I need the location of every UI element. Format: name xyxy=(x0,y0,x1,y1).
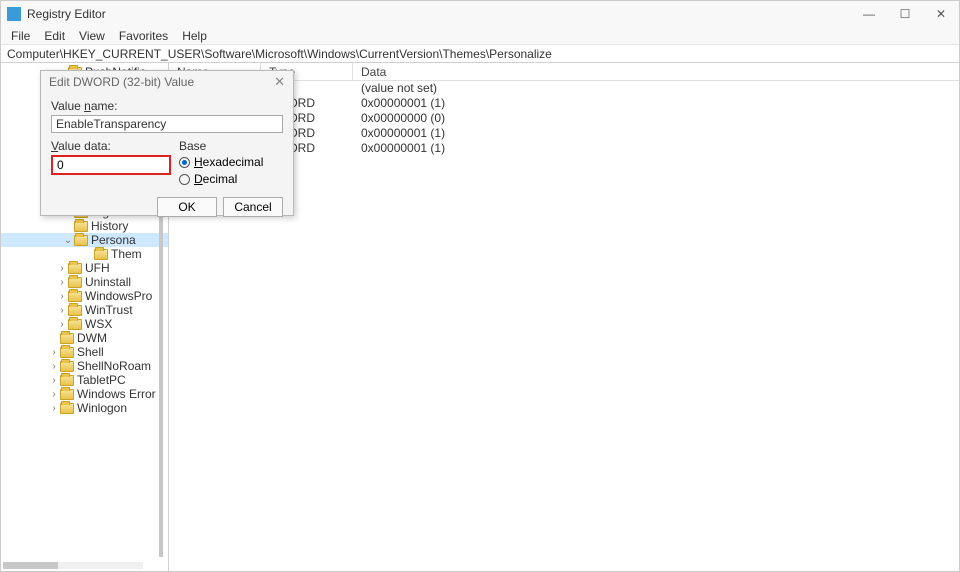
value-name-label: Value name: xyxy=(51,99,283,113)
dialog-title: Edit DWORD (32-bit) Value xyxy=(49,75,274,89)
value-name-input[interactable] xyxy=(51,115,283,133)
expand-icon[interactable]: › xyxy=(49,347,59,358)
menu-favorites[interactable]: Favorites xyxy=(113,29,174,43)
folder-icon xyxy=(94,249,108,260)
tree-label: Shell xyxy=(77,345,104,359)
expand-icon[interactable]: › xyxy=(57,291,67,302)
tree-label: Them xyxy=(111,247,142,261)
cell-data: (value not set) xyxy=(353,81,959,96)
folder-icon xyxy=(68,305,82,316)
horizontal-scrollbar[interactable] xyxy=(3,562,143,569)
expand-icon[interactable]: ⌄ xyxy=(63,235,73,246)
tree-node[interactable]: .History xyxy=(1,219,168,233)
value-data-input[interactable]: 0 xyxy=(51,155,171,175)
folder-icon xyxy=(60,389,74,400)
tree-node[interactable]: › Windows Error xyxy=(1,387,168,401)
expand-icon[interactable]: › xyxy=(49,403,59,414)
tree-label: History xyxy=(91,219,128,233)
tree-label: DWM xyxy=(77,331,107,345)
radio-decimal[interactable]: Decimal xyxy=(179,172,283,186)
radio-hexadecimal[interactable]: Hexadecimal xyxy=(179,155,283,169)
dialog-titlebar[interactable]: Edit DWORD (32-bit) Value ✕ xyxy=(41,71,293,93)
tree-label: Winlogon xyxy=(77,401,127,415)
folder-icon xyxy=(60,333,74,344)
tree-node[interactable]: › ShellNoRoam xyxy=(1,359,168,373)
window-title: Registry Editor xyxy=(27,7,851,21)
folder-icon xyxy=(60,375,74,386)
radio-icon xyxy=(179,174,190,185)
expand-icon[interactable]: › xyxy=(49,389,59,400)
expand-icon[interactable]: › xyxy=(57,305,67,316)
tree-node[interactable]: › UFH xyxy=(1,261,168,275)
tree-label: WSX xyxy=(85,317,112,331)
tree-node[interactable]: .DWM xyxy=(1,331,168,345)
expand-icon[interactable]: › xyxy=(49,361,59,372)
titlebar[interactable]: Registry Editor — ☐ ✕ xyxy=(1,1,959,27)
cell-data: 0x00000001 (1) xyxy=(353,141,959,156)
cell-data: 0x00000001 (1) xyxy=(353,126,959,141)
folder-icon xyxy=(60,347,74,358)
folder-icon xyxy=(68,263,82,274)
folder-icon xyxy=(68,277,82,288)
base-group-label: Base xyxy=(179,139,283,153)
tree-node[interactable]: ⌄ Persona xyxy=(1,233,168,247)
folder-icon xyxy=(74,221,88,232)
folder-icon xyxy=(68,319,82,330)
tree-label: WinTrust xyxy=(85,303,133,317)
folder-icon xyxy=(74,235,88,246)
tree-node[interactable]: › WindowsPro xyxy=(1,289,168,303)
menu-view[interactable]: View xyxy=(73,29,111,43)
cell-data: 0x00000000 (0) xyxy=(353,111,959,126)
address-text: Computer\HKEY_CURRENT_USER\Software\Micr… xyxy=(7,47,552,61)
tree-node[interactable]: › WinTrust xyxy=(1,303,168,317)
tree-label: TabletPC xyxy=(77,373,126,387)
tree-label: Persona xyxy=(91,233,136,247)
expand-icon[interactable]: › xyxy=(57,277,67,288)
dialog-close-icon[interactable]: ✕ xyxy=(274,74,285,90)
tree-node[interactable]: .Them xyxy=(1,247,168,261)
folder-icon xyxy=(60,403,74,414)
close-button[interactable]: ✕ xyxy=(923,1,959,27)
tree-node[interactable]: › WSX xyxy=(1,317,168,331)
tree-node[interactable]: › Winlogon xyxy=(1,401,168,415)
tree-label: ShellNoRoam xyxy=(77,359,151,373)
expand-icon[interactable]: › xyxy=(57,263,67,274)
address-bar[interactable]: Computer\HKEY_CURRENT_USER\Software\Micr… xyxy=(1,45,959,63)
radio-icon xyxy=(179,157,190,168)
cancel-button[interactable]: Cancel xyxy=(223,197,283,217)
menu-edit[interactable]: Edit xyxy=(38,29,71,43)
maximize-button[interactable]: ☐ xyxy=(887,1,923,27)
folder-icon xyxy=(68,291,82,302)
tree-label: WindowsPro xyxy=(85,289,152,303)
edit-dword-dialog: Edit DWORD (32-bit) Value ✕ Value name: … xyxy=(40,70,294,216)
tree-node[interactable]: › Shell xyxy=(1,345,168,359)
menu-file[interactable]: File xyxy=(5,29,36,43)
tree-node[interactable]: › TabletPC xyxy=(1,373,168,387)
minimize-button[interactable]: — xyxy=(851,1,887,27)
tree-label: UFH xyxy=(85,261,110,275)
cell-data: 0x00000001 (1) xyxy=(353,96,959,111)
tree-label: Uninstall xyxy=(85,275,131,289)
folder-icon xyxy=(60,361,74,372)
tree-node[interactable]: › Uninstall xyxy=(1,275,168,289)
expand-icon[interactable]: › xyxy=(49,375,59,386)
ok-button[interactable]: OK xyxy=(157,197,217,217)
tree-label: Windows Error xyxy=(77,387,156,401)
menubar: File Edit View Favorites Help xyxy=(1,27,959,45)
app-icon xyxy=(7,7,21,21)
expand-icon[interactable]: › xyxy=(57,319,67,330)
column-data[interactable]: Data xyxy=(353,63,959,80)
menu-help[interactable]: Help xyxy=(176,29,213,43)
value-data-label: Value data: xyxy=(51,139,171,153)
